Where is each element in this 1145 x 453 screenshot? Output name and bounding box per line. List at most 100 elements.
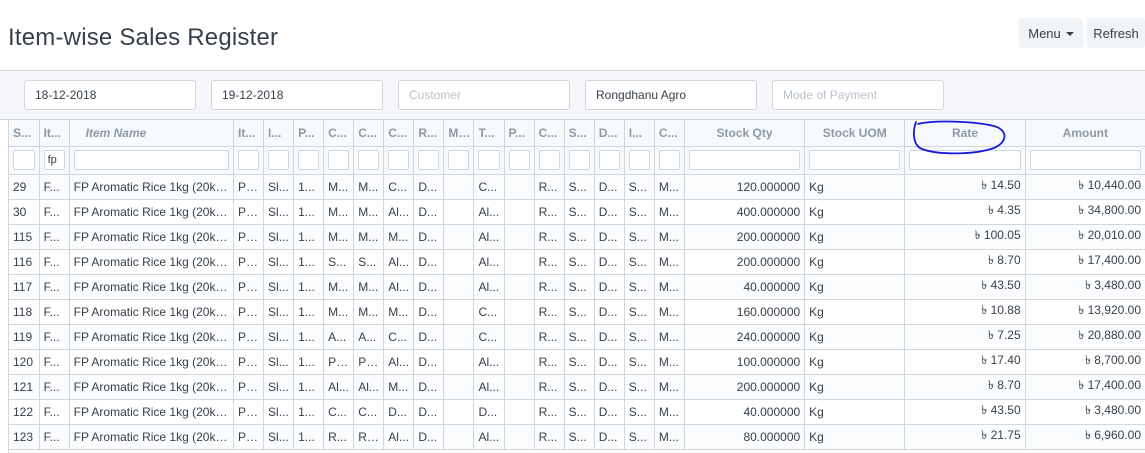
table-cell: ৳ 17.40 [904, 349, 1026, 375]
table-cell: 30 [9, 199, 40, 225]
table-cell: 240.000000 [684, 324, 806, 350]
column-filter-input-0[interactable] [13, 150, 35, 170]
from-date-filter[interactable] [24, 80, 196, 110]
table-row[interactable]: 123 F... FP Aromatic Rice 1kg (20kg... Pr..… [9, 424, 1145, 450]
mode-of-payment-filter[interactable] [772, 80, 944, 110]
table-cell: C... [353, 399, 385, 425]
table-cell: D... [594, 199, 625, 225]
column-header-18[interactable]: Stock Qty [684, 120, 806, 147]
table-row[interactable]: 30 F... FP Aromatic Rice 1kg (20kg... Pr...… [9, 199, 1145, 225]
customer-filter[interactable] [398, 80, 570, 110]
column-header-2[interactable]: Item Name [69, 120, 234, 147]
column-filter-input-10[interactable] [448, 150, 470, 170]
column-header-8[interactable]: C... [383, 120, 415, 147]
table-cell: Sl... [263, 299, 295, 325]
column-header-4[interactable]: I... [263, 120, 295, 147]
column-header-1[interactable]: It... [39, 120, 70, 147]
column-header-3[interactable]: It... [233, 120, 265, 147]
column-header-10[interactable]: Mod [443, 120, 475, 147]
column-header-12[interactable]: P... [504, 120, 535, 147]
table-cell: S... [564, 299, 595, 325]
table-cell: M... [383, 299, 415, 325]
column-header-13[interactable]: C... [534, 120, 565, 147]
column-filter-input-19[interactable] [809, 150, 901, 170]
table-cell: F... [39, 199, 70, 225]
column-header-0[interactable]: S... [9, 120, 40, 147]
table-cell: S... [624, 274, 655, 300]
column-filter-input-6[interactable] [328, 150, 350, 170]
table-row[interactable]: 116 F... FP Aromatic Rice 1kg (20kg... Pr..… [9, 249, 1145, 275]
column-header-7[interactable]: C... [353, 120, 385, 147]
page-header: Item-wise Sales Register Menu Refresh [0, 0, 1145, 71]
table-cell: M... [654, 299, 685, 325]
table-cell: S... [624, 174, 655, 200]
column-header-20[interactable]: Rate [904, 120, 1026, 147]
table-cell: Al... [473, 274, 505, 300]
table-cell: M... [654, 274, 685, 300]
refresh-button[interactable]: Refresh [1087, 18, 1145, 48]
column-header-19[interactable]: Stock UOM [804, 120, 906, 147]
table-row[interactable]: 119 F... FP Aromatic Rice 1kg (20kg... Pr..… [9, 324, 1145, 350]
column-header-15[interactable]: D... [594, 120, 625, 147]
column-filter-input-5[interactable] [298, 150, 320, 170]
table-cell: FP Aromatic Rice 1kg (20kg... [69, 424, 234, 450]
column-filter-input-20[interactable] [909, 150, 1021, 170]
column-filter-input-16[interactable] [628, 150, 650, 170]
table-row[interactable]: 29 F... FP Aromatic Rice 1kg (20kg... Pr...… [9, 174, 1145, 200]
column-filter-input-14[interactable] [568, 150, 590, 170]
table-cell: FP Aromatic Rice 1kg (20kg... [69, 249, 234, 275]
table-row[interactable]: 120 F... FP Aromatic Rice 1kg (20kg... Pr..… [9, 349, 1145, 375]
column-header-14[interactable]: S... [564, 120, 595, 147]
table-cell: D... [413, 174, 445, 200]
column-header-21[interactable]: Amount [1025, 120, 1145, 147]
company-filter[interactable] [585, 80, 757, 110]
menu-button-label: Menu [1028, 25, 1061, 41]
column-filter-input-8[interactable] [388, 150, 410, 170]
table-cell: M... [353, 199, 385, 225]
column-filter-input-17[interactable] [658, 150, 680, 170]
table-cell: C... [383, 174, 415, 200]
table-cell: D... [413, 374, 445, 400]
column-header-6[interactable]: C... [323, 120, 355, 147]
column-filter-input-13[interactable] [538, 150, 560, 170]
table-cell: D... [413, 424, 445, 450]
column-header-9[interactable]: R... [413, 120, 445, 147]
table-cell [443, 399, 475, 425]
column-filter-cell [534, 146, 565, 175]
column-header-11[interactable]: T... [473, 120, 505, 147]
table-cell: Pr... [233, 299, 265, 325]
table-row[interactable]: 117 F... FP Aromatic Rice 1kg (20kg... Pr..… [9, 274, 1145, 300]
column-filter-input-3[interactable] [237, 150, 260, 170]
table-cell: Sl... [263, 249, 295, 275]
table-cell [443, 174, 475, 200]
column-filter-input-9[interactable] [418, 150, 440, 170]
to-date-filter[interactable] [211, 80, 383, 110]
table-row[interactable]: 115 F... FP Aromatic Rice 1kg (20kg... Pr..… [9, 224, 1145, 250]
column-filter-input-7[interactable] [358, 150, 380, 170]
table-cell: M... [323, 274, 355, 300]
column-header-17[interactable]: C... [654, 120, 685, 147]
column-filter-input-2[interactable] [73, 150, 229, 170]
column-header-5[interactable]: P... [293, 120, 325, 147]
menu-button[interactable]: Menu [1019, 18, 1083, 48]
column-filter-cell [233, 146, 265, 175]
table-cell: M... [654, 374, 685, 400]
column-filter-input-12[interactable] [508, 150, 530, 170]
table-cell [504, 174, 535, 200]
column-filter-input-4[interactable] [268, 150, 290, 170]
column-filter-input-1[interactable] [43, 150, 65, 170]
table-cell: Kg [804, 399, 906, 425]
table-cell: S... [564, 324, 595, 350]
table-row[interactable]: 118 F... FP Aromatic Rice 1kg (20kg... Pr..… [9, 299, 1145, 325]
column-header-16[interactable]: I... [624, 120, 655, 147]
column-filter-input-18[interactable] [688, 150, 801, 170]
table-cell: Pr... [233, 174, 265, 200]
column-filter-input-11[interactable] [478, 150, 500, 170]
table-cell: M... [353, 274, 385, 300]
table-row[interactable]: 121 F... FP Aromatic Rice 1kg (20kg... Pr..… [9, 374, 1145, 400]
column-filter-input-21[interactable] [1029, 150, 1141, 170]
table-cell [504, 299, 535, 325]
column-filter-input-15[interactable] [598, 150, 620, 170]
table-cell: R... [534, 399, 565, 425]
table-row[interactable]: 122 F... FP Aromatic Rice 1kg (20kg... Pr..… [9, 399, 1145, 425]
